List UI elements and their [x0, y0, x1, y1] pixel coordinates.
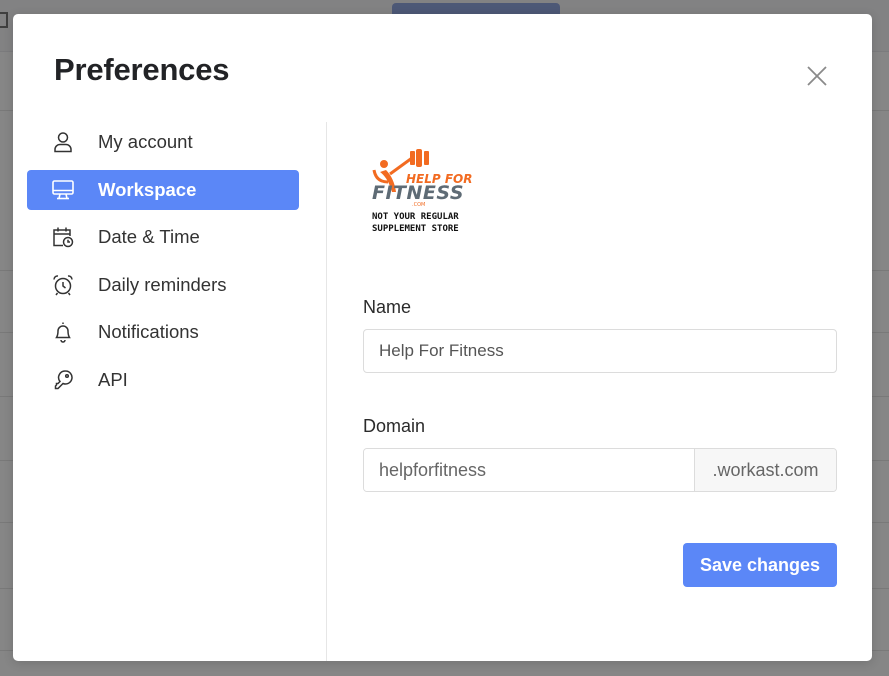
close-button[interactable]	[803, 62, 831, 90]
user-icon	[51, 131, 75, 153]
sidebar-item-workspace[interactable]: Workspace	[27, 169, 299, 210]
name-input[interactable]	[363, 329, 837, 373]
domain-suffix: .workast.com	[694, 449, 836, 491]
sidebar-item-label: Daily reminders	[98, 273, 227, 295]
sidebar-item-label: Date & Time	[98, 226, 200, 248]
workspace-logo: HELP FOR FITNESS .COM NOT YOUR REGULAR S…	[368, 148, 498, 238]
modal-title: Preferences	[54, 52, 230, 87]
sidebar-item-api[interactable]: API	[27, 360, 299, 400]
sidebar-item-my-account[interactable]: My account	[27, 122, 299, 162]
name-label: Name	[363, 297, 412, 317]
sidebar-item-label: Notifications	[98, 321, 199, 343]
bell-icon	[51, 321, 75, 344]
sidebar-item-daily-reminders[interactable]: Daily reminders	[27, 265, 299, 305]
sidebar-item-label: My account	[98, 131, 193, 152]
sidebar-item-notifications[interactable]: Notifications	[27, 312, 299, 352]
calendar-clock-icon	[51, 226, 75, 248]
monitor-icon	[51, 179, 75, 201]
sidebar-item-label: API	[98, 368, 128, 390]
preferences-sidebar: My account Workspace Date & Time Daily r…	[27, 122, 299, 408]
save-changes-button[interactable]: Save changes	[683, 543, 837, 587]
preferences-modal: Preferences My account Workspace Date & …	[13, 14, 872, 661]
logo-tagline2: SUPPLEMENT STORE	[372, 224, 459, 234]
alarm-clock-icon	[51, 274, 75, 296]
logo-dotcom: .COM	[412, 202, 425, 208]
domain-label: Domain	[363, 416, 426, 436]
logo-line2: FITNESS	[372, 182, 464, 204]
close-icon	[807, 66, 827, 86]
sidebar-item-label: Workspace	[98, 178, 197, 200]
sidebar-divider	[326, 122, 327, 661]
key-icon	[51, 369, 75, 391]
domain-input[interactable]	[364, 449, 694, 491]
sidebar-item-date-time[interactable]: Date & Time	[27, 217, 299, 257]
logo-tagline1: NOT YOUR REGULAR	[372, 212, 459, 222]
domain-field: .workast.com	[363, 448, 837, 492]
